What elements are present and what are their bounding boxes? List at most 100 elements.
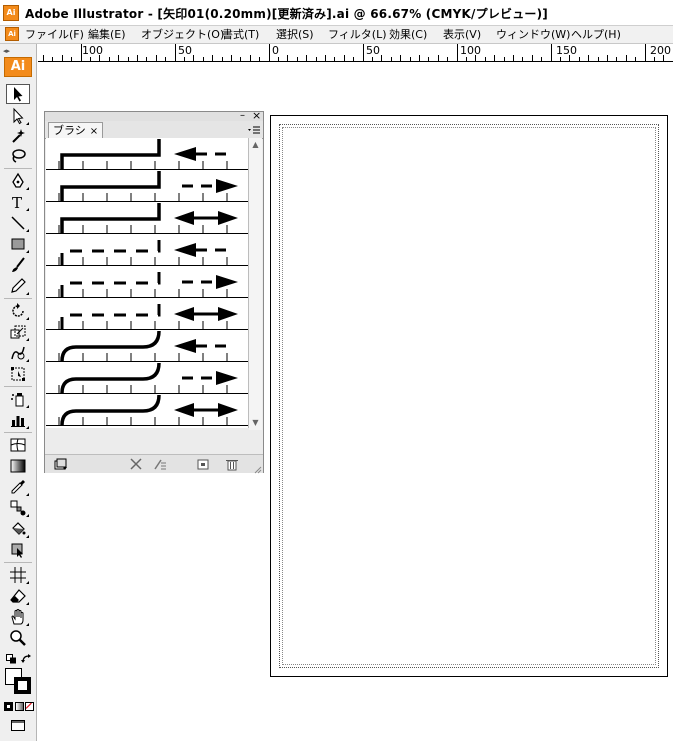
color-button[interactable]	[4, 702, 13, 711]
ruler-tick	[137, 55, 138, 61]
menu-help[interactable]: ヘルプ(H)	[571, 27, 621, 42]
illustrator-app-icon[interactable]: Ai	[3, 5, 19, 21]
tab-close-icon[interactable]: ×	[90, 126, 98, 137]
paintbrush-tool-icon[interactable]	[6, 255, 30, 275]
ruler-tick	[146, 57, 147, 61]
swap-fill-stroke-icon[interactable]	[21, 653, 33, 664]
ruler-label: 200	[650, 44, 671, 57]
ruler-tick	[381, 55, 382, 61]
menu-select[interactable]: 選択(S)	[276, 27, 314, 42]
hand-tool-icon[interactable]	[6, 607, 30, 627]
ruler-tick	[118, 55, 119, 61]
menu-window[interactable]: ウィンドウ(W)	[496, 27, 570, 42]
ruler-tick	[165, 57, 166, 61]
rotate-tool-icon[interactable]	[6, 301, 30, 321]
tab-brushes[interactable]: ブラシ ×	[48, 122, 104, 138]
menu-object[interactable]: オブジェクト(O)	[141, 27, 224, 42]
resize-grip-icon[interactable]	[254, 464, 262, 474]
eyedropper-tool-icon[interactable]	[6, 477, 30, 497]
zoom-tool-icon[interactable]	[6, 628, 30, 648]
ruler-tick	[363, 44, 364, 61]
panel-scrollbar[interactable]: ▲ ▼	[249, 138, 262, 430]
pencil-tool-icon[interactable]	[6, 276, 30, 296]
brush-libraries-menu-icon[interactable]	[54, 457, 68, 471]
ruler-label: 50	[366, 44, 380, 57]
slice-tool-icon[interactable]	[6, 565, 30, 585]
menu-filter[interactable]: フィルタ(L)	[328, 27, 387, 42]
ruler-tick	[579, 57, 580, 61]
delete-brush-icon[interactable]	[225, 457, 239, 471]
magic-wand-tool-icon[interactable]	[6, 126, 30, 146]
tool-separator	[4, 168, 32, 169]
ruler-tick	[391, 57, 392, 61]
ruler-label: 0	[272, 44, 279, 57]
free-transform-tool-icon[interactable]	[6, 364, 30, 384]
ruler-tick	[353, 57, 354, 61]
live-paint-selection-tool-icon[interactable]	[6, 540, 30, 560]
brush-swatch[interactable]	[46, 202, 248, 234]
brush-swatch[interactable]	[46, 234, 248, 266]
minimize-icon[interactable]: –	[240, 110, 245, 121]
brush-swatch[interactable]	[46, 266, 248, 298]
warp-tool-icon[interactable]	[6, 343, 30, 363]
imageable-area	[279, 124, 659, 668]
menu-effect[interactable]: 効果(C)	[389, 27, 427, 42]
artboard[interactable]	[270, 115, 668, 677]
panel-collapse-icon[interactable]: ◂▸	[3, 47, 10, 55]
ruler-tick	[504, 57, 505, 61]
gradient-button[interactable]	[15, 702, 24, 711]
none-button[interactable]	[25, 702, 34, 711]
ruler-tick	[598, 57, 599, 61]
brush-swatch[interactable]	[46, 330, 248, 362]
screen-mode-icon[interactable]	[11, 720, 25, 731]
menu-edit[interactable]: 編集(E)	[88, 27, 126, 42]
direct-selection-tool-icon[interactable]	[6, 106, 30, 126]
menu-view[interactable]: 表示(V)	[443, 27, 481, 42]
brush-swatch[interactable]	[46, 394, 248, 426]
brush-options-icon[interactable]	[153, 457, 167, 471]
document-control-icon[interactable]: Ai	[5, 27, 19, 41]
type-tool-icon[interactable]: T	[6, 192, 30, 212]
lasso-tool-icon[interactable]	[6, 146, 30, 166]
pen-tool-icon[interactable]	[6, 171, 30, 191]
brush-swatch[interactable]	[46, 138, 248, 170]
brush-list	[46, 138, 249, 428]
new-brush-icon[interactable]	[196, 457, 210, 471]
ruler-tick	[344, 55, 345, 61]
blend-tool-icon[interactable]	[6, 498, 30, 518]
ruler-tick	[466, 57, 467, 61]
gradient-tool-icon[interactable]	[6, 456, 30, 476]
eraser-tool-icon[interactable]	[6, 586, 30, 606]
stroke-swatch[interactable]	[14, 677, 31, 694]
default-fill-stroke-icon[interactable]	[6, 654, 17, 664]
ruler-tick	[184, 57, 185, 61]
menu-type[interactable]: 書式(T)	[222, 27, 259, 42]
remove-brush-stroke-icon[interactable]	[129, 457, 143, 471]
panel-menu-icon[interactable]	[247, 125, 261, 135]
line-segment-tool-icon[interactable]	[6, 213, 30, 233]
symbol-sprayer-tool-icon[interactable]	[6, 389, 30, 409]
ruler-tick	[513, 55, 514, 61]
ruler-tick	[560, 57, 561, 61]
ruler-tick	[400, 55, 401, 61]
scroll-down-icon[interactable]: ▼	[250, 417, 261, 428]
ruler-tick	[494, 55, 495, 61]
color-mode-buttons	[4, 702, 34, 714]
menu-file[interactable]: ファイル(F)	[25, 27, 84, 42]
panel-title-strip[interactable]	[45, 112, 263, 121]
ruler-tick	[71, 57, 72, 61]
horizontal-ruler[interactable]: 100 50 0 50 100 150 200	[38, 44, 673, 62]
brush-swatch[interactable]	[46, 170, 248, 202]
scroll-up-icon[interactable]: ▲	[250, 139, 261, 150]
selection-tool-icon[interactable]	[6, 84, 30, 104]
title-bar: Ai Adobe Illustrator - [矢印01(0.20mm)[更新済…	[0, 0, 673, 26]
column-graph-tool-icon[interactable]	[6, 410, 30, 430]
brush-swatch[interactable]	[46, 298, 248, 330]
live-paint-bucket-tool-icon[interactable]	[6, 519, 30, 539]
rectangle-tool-icon[interactable]	[6, 234, 30, 254]
fill-stroke-swatches[interactable]	[5, 668, 33, 696]
brush-swatch[interactable]	[46, 362, 248, 394]
mesh-tool-icon[interactable]	[6, 435, 30, 455]
scale-tool-icon[interactable]	[6, 322, 30, 342]
ruler-tick	[654, 57, 655, 61]
